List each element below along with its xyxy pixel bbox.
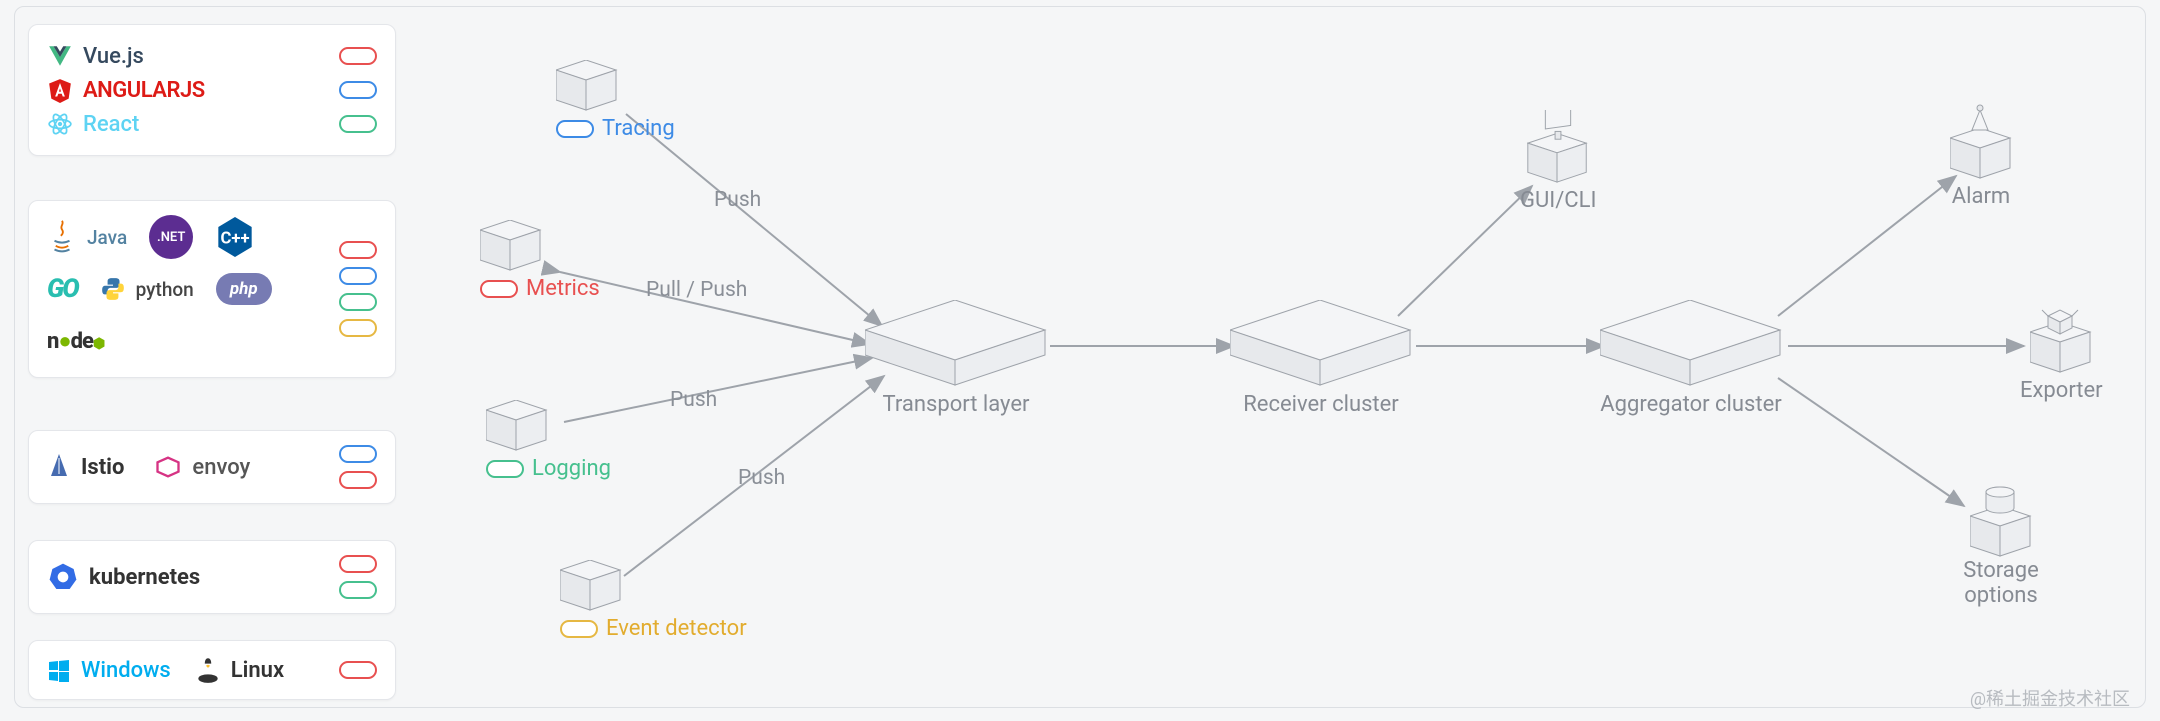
- envoy-icon: envoy: [154, 455, 250, 480]
- pill-icon: [339, 319, 377, 337]
- pill-icon: [339, 661, 377, 679]
- panel-languages: Java .NET C++ GO python php n●de⬢: [28, 200, 396, 378]
- istio-icon: Istio: [47, 452, 124, 482]
- language-logo-grid: Java .NET C++ GO python php n●de⬢: [47, 215, 307, 363]
- dotnet-icon: .NET: [149, 215, 193, 259]
- node-guicli: GUI/CLI: [1520, 110, 1596, 213]
- panel-mesh: Istio envoy: [28, 430, 396, 504]
- pill-icon: [339, 241, 377, 259]
- pill-column: [339, 555, 377, 599]
- pill-icon: [480, 280, 518, 298]
- source-tracing: Tracing: [556, 60, 675, 141]
- node-aggregator: Aggregator cluster: [1600, 300, 1782, 417]
- angular-icon: [47, 77, 73, 103]
- source-event-detector: Event detector: [560, 560, 747, 641]
- source-label: Event detector: [606, 616, 747, 641]
- react-icon: [47, 111, 73, 137]
- pill-column: [339, 661, 377, 679]
- node-label: Transport layer: [865, 392, 1047, 417]
- vue-icon: [47, 43, 73, 69]
- node-label: Storage options: [1926, 558, 2076, 608]
- node-exporter: Exporter: [2020, 300, 2103, 403]
- tech-label: Vue.js: [83, 44, 144, 69]
- node-storage: Storage options: [1926, 480, 2076, 608]
- cpp-icon: C++: [215, 215, 255, 259]
- node-receiver: Receiver cluster: [1230, 300, 1412, 417]
- node-label: Alarm: [1950, 184, 2012, 209]
- node-label: Receiver cluster: [1230, 392, 1412, 417]
- linux-icon: Linux: [195, 655, 284, 685]
- tech-row-vue: Vue.js: [47, 39, 377, 73]
- kubernetes-icon: kubernetes: [47, 561, 200, 593]
- pill-icon: [339, 445, 377, 463]
- source-label: Tracing: [602, 116, 675, 141]
- node-transport: Transport layer: [865, 300, 1047, 417]
- source-label: Logging: [532, 456, 611, 481]
- source-label: Metrics: [526, 276, 600, 301]
- node-label: Exporter: [2020, 378, 2103, 403]
- tech-label: React: [83, 112, 139, 137]
- pill-icon: [560, 620, 598, 638]
- node-label: GUI/CLI: [1520, 188, 1596, 213]
- node-label: Aggregator cluster: [1600, 392, 1782, 417]
- svg-text:C++: C++: [221, 230, 250, 249]
- node-icon: n●de⬢: [47, 319, 104, 363]
- tech-row-react: React: [47, 107, 377, 141]
- pill-icon: [339, 293, 377, 311]
- pill-icon: [339, 47, 377, 65]
- tech-row-angular: ANGULARJS: [47, 73, 377, 107]
- panel-frontend: Vue.js ANGULARJS React: [28, 24, 396, 156]
- panel-k8s: kubernetes: [28, 540, 396, 614]
- source-metrics: Metrics: [480, 220, 600, 301]
- pill-icon: [339, 471, 377, 489]
- watermark-text: @稀土掘金技术社区: [1970, 685, 2130, 711]
- tech-label: ANGULARJS: [83, 78, 205, 103]
- python-icon: python: [100, 267, 194, 311]
- php-icon: php: [216, 267, 272, 311]
- pill-icon: [339, 581, 377, 599]
- pill-icon: [486, 460, 524, 478]
- pill-icon: [339, 115, 377, 133]
- java-icon: Java: [47, 215, 127, 259]
- pill-icon: [339, 81, 377, 99]
- pill-column: [339, 445, 377, 489]
- windows-icon: Windows: [47, 658, 171, 683]
- pill-icon: [339, 267, 377, 285]
- panel-os: Windows Linux: [28, 640, 396, 700]
- pill-icon: [556, 120, 594, 138]
- node-alarm: Alarm: [1950, 100, 2012, 209]
- go-icon: GO: [47, 267, 78, 311]
- pill-icon: [339, 555, 377, 573]
- pill-column: [339, 241, 377, 337]
- source-logging: Logging: [486, 400, 611, 481]
